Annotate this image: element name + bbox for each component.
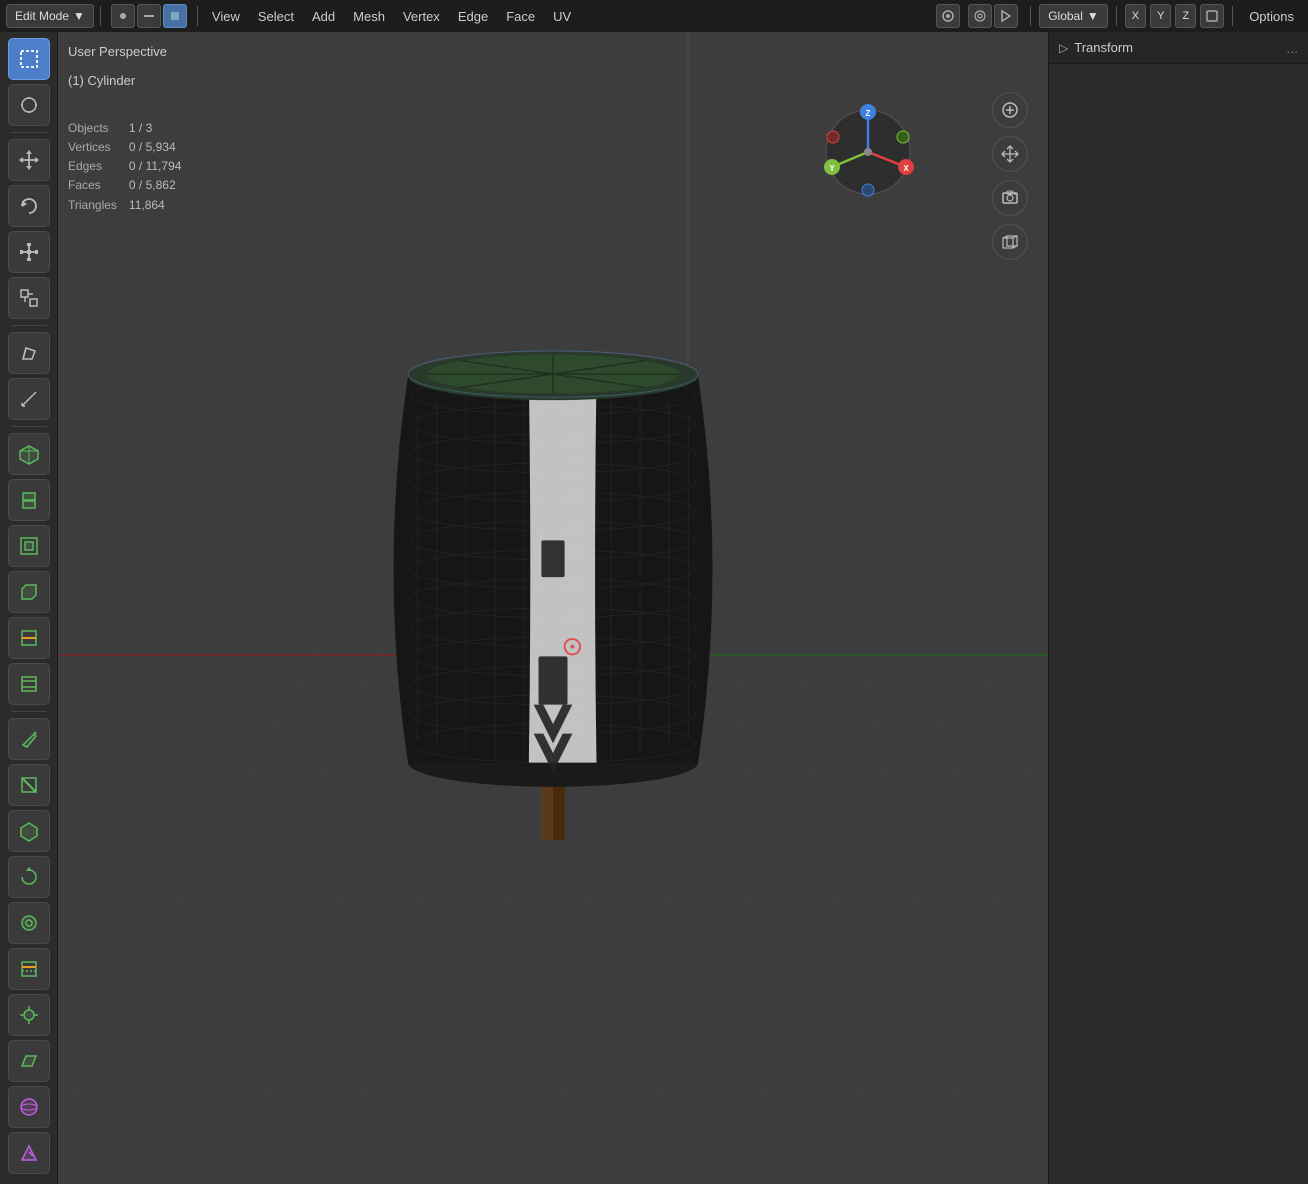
extrude-tool-btn[interactable] — [8, 479, 50, 521]
mesh-menu[interactable]: Mesh — [345, 4, 393, 28]
camera-view-btn[interactable] — [992, 180, 1028, 216]
svg-text:Z: Z — [866, 109, 871, 118]
smooth-vertex-tool-btn[interactable] — [8, 902, 50, 944]
options-btn[interactable]: Options — [1241, 4, 1302, 28]
separator-4 — [1116, 6, 1117, 26]
add-cube-tool-btn[interactable] — [8, 433, 50, 475]
pan-btn[interactable] — [992, 136, 1028, 172]
face-mode-btn[interactable] — [163, 4, 187, 28]
y-axis-btn[interactable]: Y — [1150, 4, 1171, 28]
transform-panel-icon: ▷ — [1059, 41, 1068, 55]
move-tool-btn[interactable] — [8, 139, 50, 181]
transform-icons — [964, 4, 1022, 28]
mesh-icons — [107, 4, 191, 28]
uv-menu[interactable]: UV — [545, 4, 579, 28]
select-box-tool-btn[interactable] — [8, 38, 50, 80]
x-axis-btn[interactable]: X — [1125, 4, 1146, 28]
zoom-in-btn[interactable] — [992, 92, 1028, 128]
select-menu[interactable]: Select — [250, 4, 302, 28]
vertex-mode-btn[interactable] — [111, 4, 135, 28]
top-menu-right: Global ▼ X Y Z Options — [936, 4, 1302, 28]
orthographic-btn[interactable] — [992, 224, 1028, 260]
separator-5 — [1232, 6, 1233, 26]
main-area: User Perspective (1) Cylinder Objects 1 … — [0, 32, 1308, 1184]
poly-build-tool-btn[interactable] — [8, 810, 50, 852]
svg-text:Y: Y — [829, 164, 835, 173]
cursor-tool-btn[interactable] — [8, 84, 50, 126]
shrink-fatten-tool-btn[interactable] — [8, 994, 50, 1036]
spin-tool-btn[interactable] — [8, 856, 50, 898]
transform-extra-btn[interactable] — [1200, 4, 1224, 28]
gizmo-buttons — [992, 92, 1028, 260]
svg-text:X: X — [903, 164, 909, 173]
left-toolbar — [0, 32, 58, 1184]
rip-tool-btn[interactable] — [8, 1132, 50, 1174]
mode-label: Edit Mode — [15, 9, 69, 23]
panel-options-btn[interactable]: ... — [1286, 40, 1298, 56]
shear-tool-btn[interactable] — [8, 1040, 50, 1082]
toolbar-sep-3 — [11, 426, 47, 427]
snap-btn[interactable] — [994, 4, 1018, 28]
transform-panel-title: Transform — [1074, 40, 1133, 55]
navigation-gizmo[interactable]: Z X Y — [818, 102, 918, 202]
viewport[interactable]: User Perspective (1) Cylinder Objects 1 … — [58, 32, 1048, 1184]
toolbar-sep-2 — [11, 325, 47, 326]
toolbar-sep-1 — [11, 132, 47, 133]
add-menu[interactable]: Add — [304, 4, 343, 28]
to-sphere-tool-btn[interactable] — [8, 1086, 50, 1128]
top-menu-bar: Edit Mode ▼ View Select Add Mesh Vertex … — [0, 0, 1308, 32]
measure-tool-btn[interactable] — [8, 378, 50, 420]
cylinder-3d-object — [373, 260, 733, 840]
bisect-tool-btn[interactable] — [8, 764, 50, 806]
edge-menu[interactable]: Edge — [450, 4, 496, 28]
bevel-tool-btn[interactable] — [8, 571, 50, 613]
offset-edge-tool-btn[interactable] — [8, 663, 50, 705]
knife-tool-btn[interactable] — [8, 718, 50, 760]
edge-slide-tool-btn[interactable] — [8, 948, 50, 990]
edge-mode-btn[interactable] — [137, 4, 161, 28]
edit-mode-selector[interactable]: Edit Mode ▼ — [6, 4, 94, 28]
transform-tool-btn[interactable] — [8, 277, 50, 319]
view-menu[interactable]: View — [204, 4, 248, 28]
annotate-tool-btn[interactable] — [8, 332, 50, 374]
vertex-menu[interactable]: Vertex — [395, 4, 448, 28]
toolbar-sep-4 — [11, 711, 47, 712]
transform-label: Global — [1048, 9, 1083, 23]
separator-2 — [197, 6, 198, 26]
snap-icon[interactable] — [936, 4, 960, 28]
separator-3 — [1030, 6, 1031, 26]
separator-1 — [100, 6, 101, 26]
proportional-edit-btn[interactable] — [968, 4, 992, 28]
face-menu[interactable]: Face — [498, 4, 543, 28]
loop-cut-tool-btn[interactable] — [8, 617, 50, 659]
right-panel-content — [1049, 64, 1308, 1184]
mode-arrow: ▼ — [73, 9, 85, 23]
rotate-tool-btn[interactable] — [8, 185, 50, 227]
inset-tool-btn[interactable] — [8, 525, 50, 567]
scale-tool-btn[interactable] — [8, 231, 50, 273]
transform-selector[interactable]: Global ▼ — [1039, 4, 1108, 28]
right-panel-header: ▷ Transform ... — [1049, 32, 1308, 64]
right-properties-panel: ▷ Transform ... — [1048, 32, 1308, 1184]
z-axis-btn[interactable]: Z — [1175, 4, 1196, 28]
